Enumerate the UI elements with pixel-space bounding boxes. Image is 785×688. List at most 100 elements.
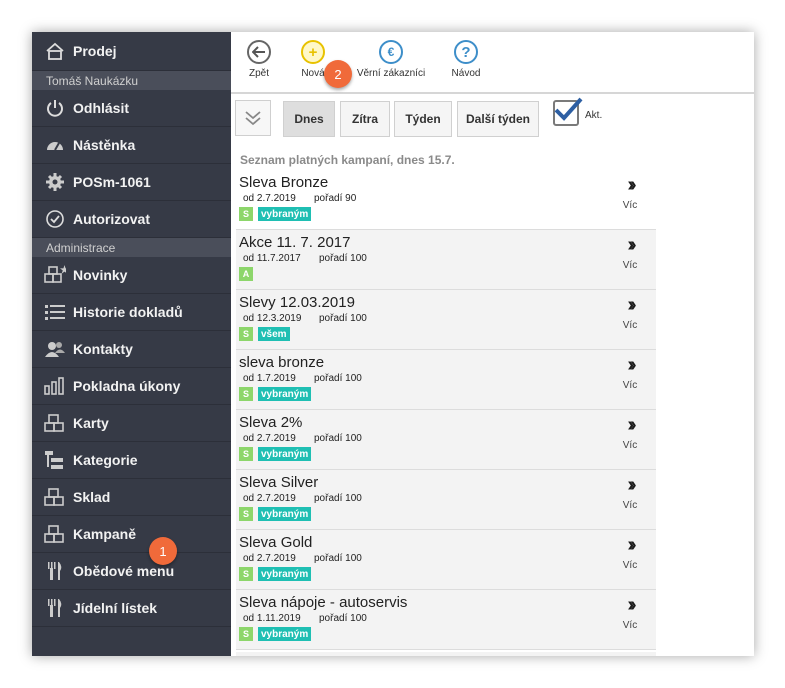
list-item[interactable]: Slevy 12.03.2019 od 12.3.2019 pořadí 100 Sv… [236,290,656,350]
campaign-order: pořadí 100 [319,253,367,264]
filter-tomorrow[interactable]: Zítra [340,101,390,137]
boxes-icon [44,486,66,508]
new-label: Nová [301,68,325,79]
back-button[interactable]: Zpět [229,40,289,79]
more-label: Víc [622,500,638,511]
sidebar-item-jidelni-listek[interactable]: Jídelní lístek [32,590,231,627]
more-button[interactable]: ›› Víc [618,594,642,631]
campaign-name: Sleva 2% [239,414,303,431]
list-item[interactable]: sleva bronze od 1.7.2019 pořadí 100 Svybran… [236,350,656,410]
more-label: Víc [622,260,638,271]
back-arrow-icon [247,40,271,64]
sidebar-item-label: Nástěnka [73,137,136,153]
campaign-from: od 2.7.2019 [243,433,296,444]
toolbar: Zpět + Nová € Věrní zákazníci ? Návod [231,32,754,94]
type-badge: S [239,207,253,221]
checkmark-icon [554,97,583,121]
group-badge: vybraným [258,507,312,521]
campaign-order: pořadí 100 [314,373,362,384]
campaign-name: sleva bronze [239,354,325,371]
sidebar-item-odhlasit[interactable]: Odhlásit [32,90,231,127]
callout-2: 2 [324,60,352,88]
more-button[interactable]: ›› Víc [618,474,642,511]
cutlery-icon [44,560,66,582]
sidebar-item-label: Pokladna úkony [73,378,181,394]
more-button[interactable]: ›› Víc [618,534,642,571]
active-checkbox[interactable] [553,97,583,126]
loyal-label: Věrní zákazníci [356,68,426,79]
sidebar-item-kategorie[interactable]: Kategorie [32,442,231,479]
group-badge: vybraným [258,207,312,221]
more-label: Víc [622,200,638,211]
sidebar-item-label: Jídelní lístek [73,600,158,616]
more-label: Víc [622,560,638,571]
list-item[interactable]: Sleva nápoje - autoservis od 1.11.2019 poř… [236,590,656,650]
type-badge: S [239,627,253,641]
svg-text:★: ★ [60,265,66,276]
more-button[interactable]: ›› Víc [618,174,642,211]
more-label: Víc [622,380,638,391]
sidebar-item-label: Kategorie [73,452,138,468]
campaign-from: od 12.3.2019 [243,313,302,324]
sidebar-item-novinky[interactable]: ★ Novinky [32,257,231,294]
group-badge: vybraným [258,567,312,581]
sidebar-item-obedove-menu[interactable]: Obědové menu [32,553,231,590]
more-button[interactable]: ›› Víc [618,294,642,331]
campaign-order: pořadí 100 [319,313,367,324]
people-icon [44,338,66,360]
campaign-order: pořadí 100 [314,493,362,504]
sidebar: Prodej Tomáš Naukázku Odhlásit Nástěnka PO… [32,32,231,656]
double-chevron-right-icon: ›› [627,534,636,556]
sidebar-item-label: Prodej [73,43,117,59]
group-badge: vybraným [258,387,312,401]
filter-week[interactable]: Týden [394,101,452,137]
list-item[interactable]: Akce 11. 7. 2017 od 11.7.2017 pořadí 100 A ›… [236,230,656,290]
loyal-customers-button[interactable]: € Věrní zákazníci [356,40,426,79]
type-badge: A [239,267,253,281]
more-button[interactable]: ›› Víc [618,414,642,451]
sidebar-item-label: Kampaně [73,526,137,542]
sidebar-item-karty[interactable]: Karty [32,405,231,442]
tree-icon [44,449,66,471]
sidebar-item-posm-1061[interactable]: POSm-1061 [32,164,231,201]
campaign-from: od 2.7.2019 [243,493,296,504]
list-item[interactable]: Sleva Silver od 2.7.2019 pořadí 100 Svybran… [236,470,656,530]
sidebar-item-nastenka[interactable]: Nástěnka [32,127,231,164]
sidebar-item-historie-dokladu[interactable]: Historie dokladů [32,294,231,331]
section-administrace: Administrace [32,238,231,257]
sidebar-item-pokladna-ukony[interactable]: Pokladna úkony [32,368,231,405]
list-item[interactable]: Sleva Gold od 2.7.2019 pořadí 100 Svybraným… [236,530,656,590]
campaign-from: od 1.7.2019 [243,373,296,384]
sidebar-item-label: Sklad [73,489,111,505]
help-button[interactable]: ? Návod [436,40,496,79]
sidebar-item-label: Kontakty [73,341,133,357]
list-icon [44,301,66,323]
more-button[interactable]: ›› Víc [618,354,642,391]
sidebar-item-label: Autorizovat [73,211,150,227]
help-label: Návod [451,68,481,79]
filter-next-week[interactable]: Další týden [457,101,539,137]
sidebar-item-sklad[interactable]: Sklad [32,479,231,516]
sidebar-item-label: Karty [73,415,109,431]
sidebar-item-kampane[interactable]: Kampaně [32,516,231,553]
sidebar-item-autorizovat[interactable]: Autorizovat [32,201,231,238]
home-icon [44,40,66,62]
gear-icon [44,171,66,193]
list-item[interactable]: Sleva Bronze od 2.7.2019 pořadí 90 Svybraný… [236,170,656,230]
news-icon: ★ [44,264,66,286]
campaign-from: od 11.7.2017 [243,253,301,264]
list-item[interactable]: Sleva 2% od 2.7.2019 pořadí 100 Svybraným ››… [236,410,656,470]
campaign-order: pořadí 100 [319,613,367,624]
type-badge: S [239,447,253,461]
sidebar-item-prodej[interactable]: Prodej [32,32,231,71]
plus-icon: + [301,40,325,64]
power-icon [44,97,66,119]
sidebar-item-kontakty[interactable]: Kontakty [32,331,231,368]
more-button[interactable]: ›› Víc [618,234,642,271]
collapse-button[interactable] [235,100,271,136]
bar-chart-icon [44,375,66,397]
campaign-from: od 2.7.2019 [243,553,296,564]
type-badge: S [239,507,253,521]
filter-today[interactable]: Dnes [283,101,335,137]
dashboard-icon [44,134,66,156]
